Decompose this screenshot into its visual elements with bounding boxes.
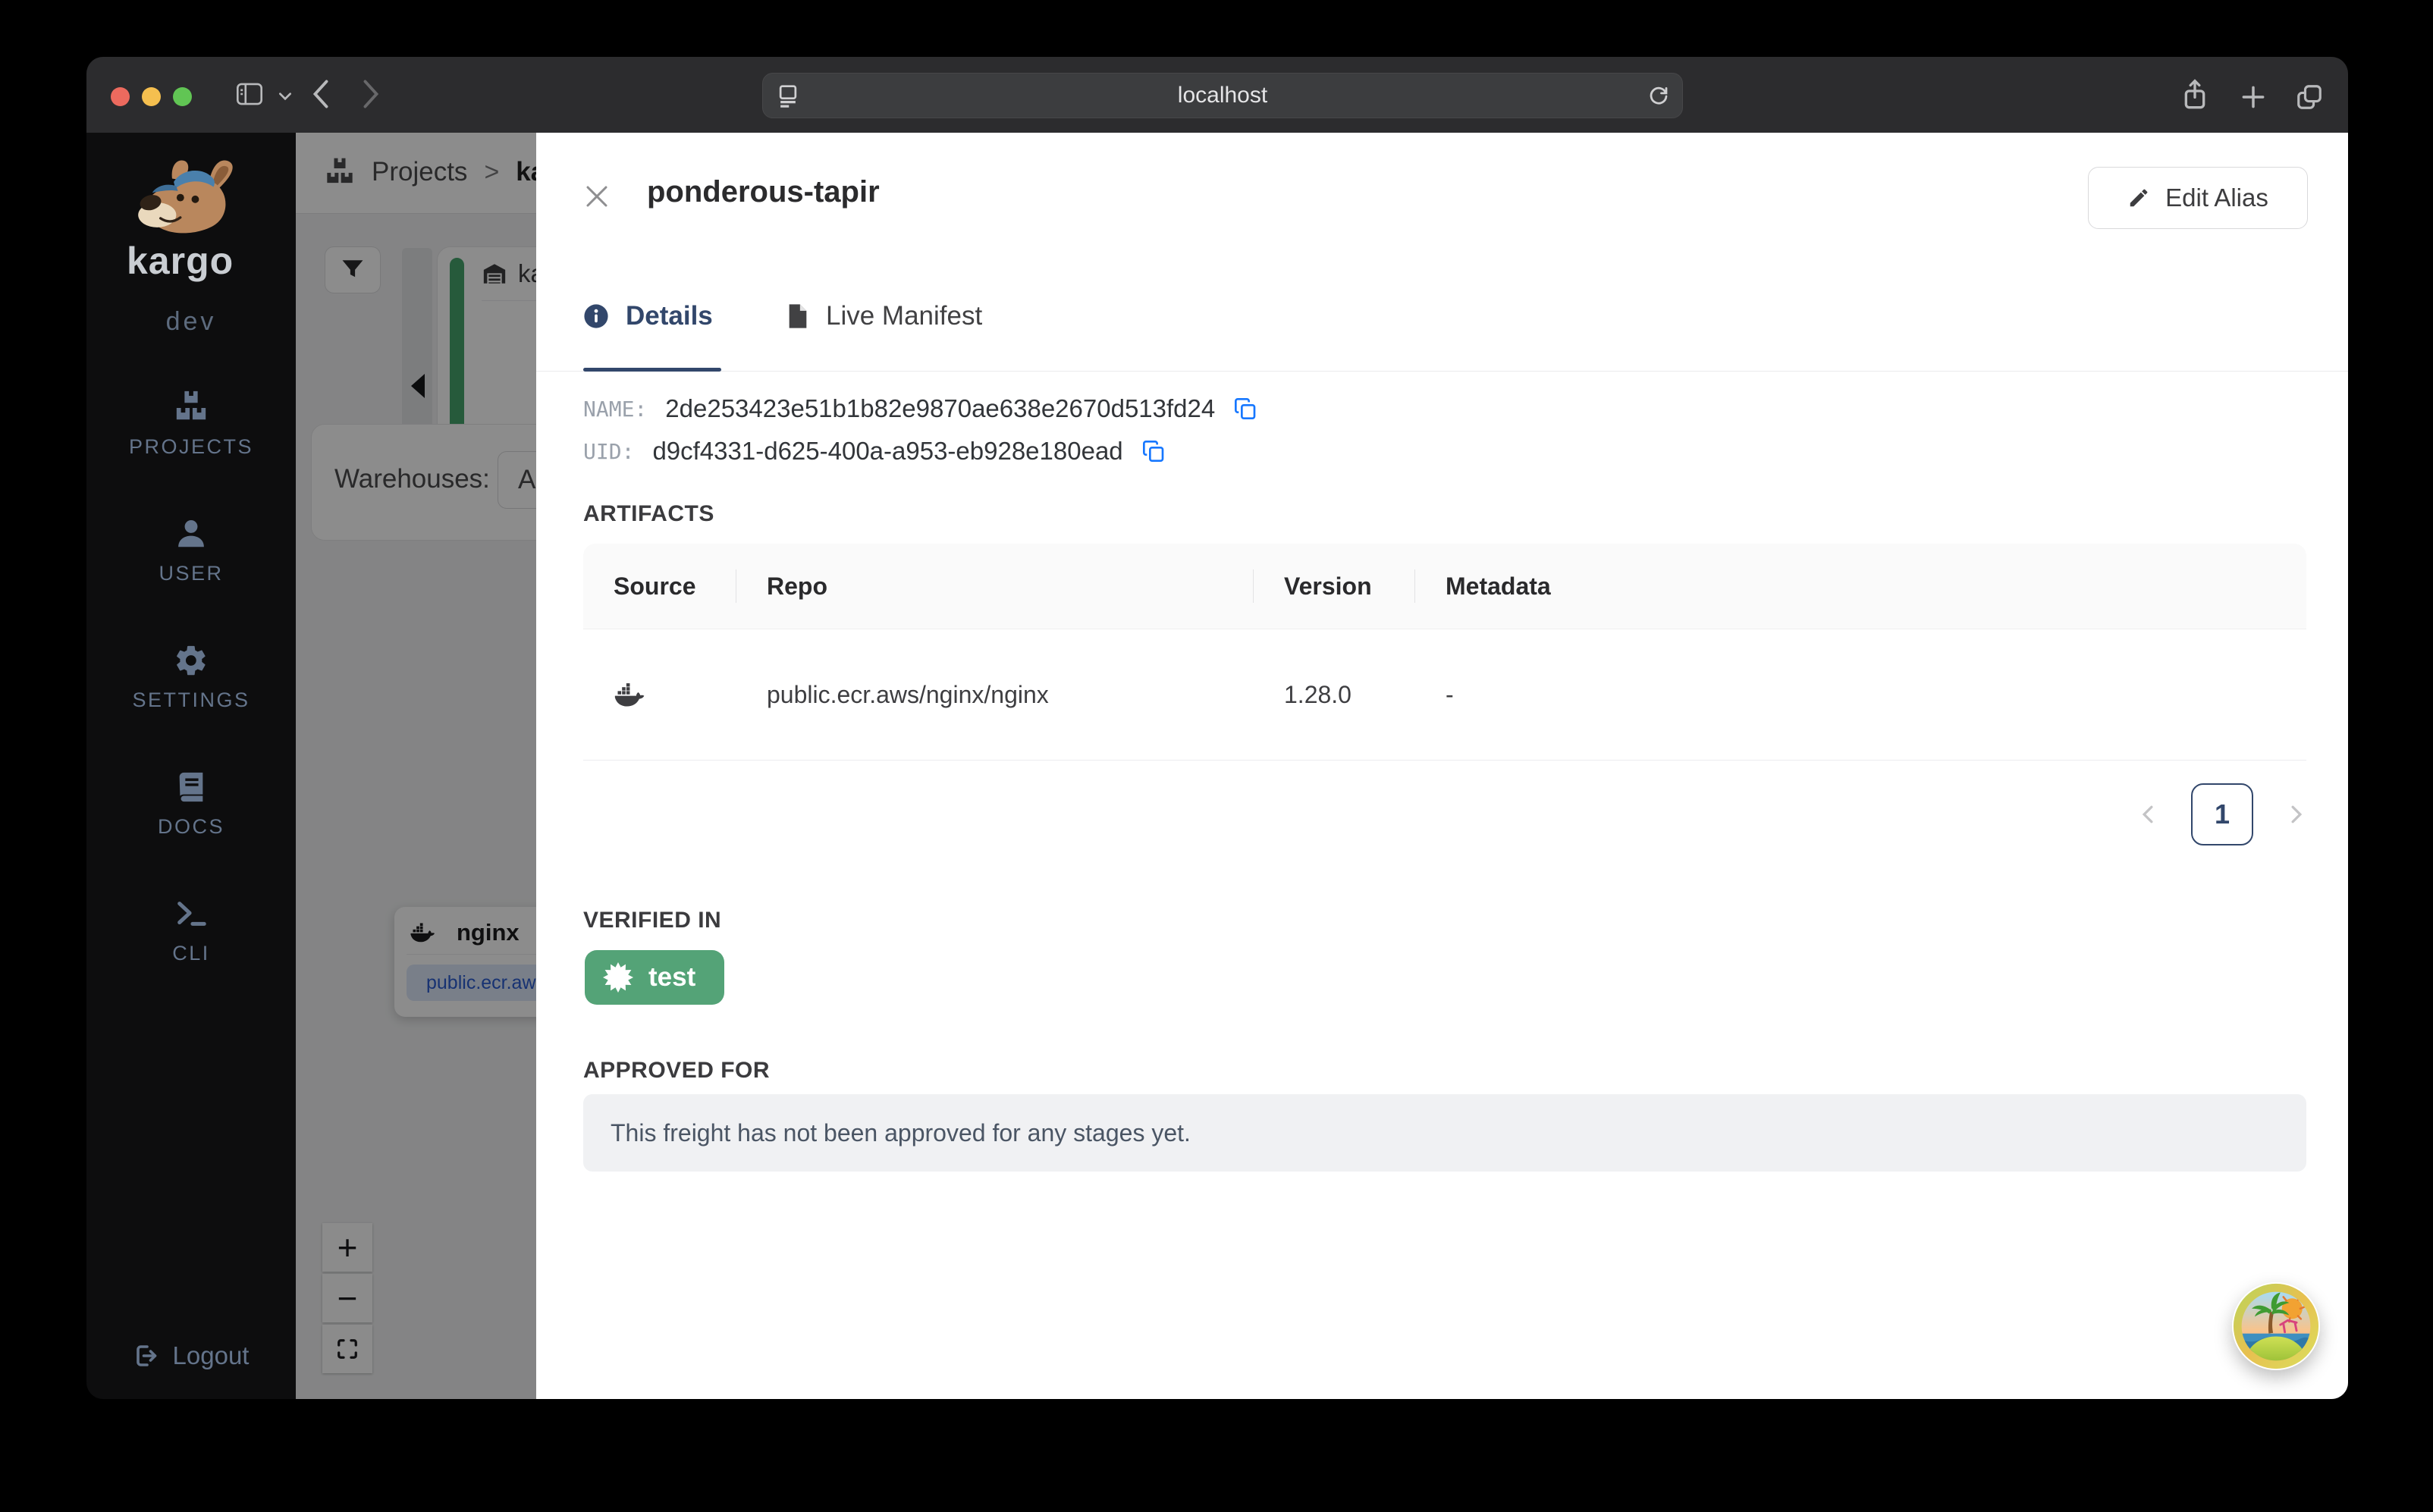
next-page-button[interactable] [2287, 805, 2306, 824]
column-header-repo: Repo [736, 572, 1254, 601]
user-icon [174, 516, 209, 551]
starburst-icon [603, 962, 633, 993]
forward-button[interactable] [361, 78, 381, 110]
close-window-button[interactable] [111, 87, 130, 106]
tab-live-manifest-label: Live Manifest [826, 301, 983, 331]
sidebar-nav: PROJECTS USER SETTINGS DOCS CLI [129, 390, 253, 965]
current-page-button[interactable]: 1 [2191, 783, 2253, 845]
artifact-metadata-cell: - [1446, 680, 1454, 708]
refresh-icon[interactable] [1647, 84, 1670, 108]
logout-label: Logout [172, 1341, 250, 1369]
stage-name: test [648, 962, 696, 992]
approved-for-empty-state: This freight has not been approved for a… [583, 1094, 2306, 1172]
freight-alias-title: ponderous-tapir [647, 175, 880, 209]
pagination: 1 [583, 783, 2306, 845]
table-row[interactable]: public.ecr.aws/nginx/nginx 1.28.0 - [583, 629, 2306, 761]
uid-field-value: d9cf4331-d625-400a-a953-eb928e180ead [652, 437, 1123, 465]
tab-details[interactable]: Details [583, 301, 713, 331]
copy-icon[interactable] [1233, 397, 1257, 421]
verified-in-heading: VERIFIED IN [583, 908, 722, 933]
column-header-version: Version [1254, 572, 1415, 601]
docker-icon [614, 681, 736, 709]
kargo-wordmark: kargo [127, 240, 234, 282]
artifacts-table: Source Repo Version Metadata public.ecr.… [583, 544, 2306, 761]
edit-alias-label: Edit Alias [2165, 184, 2268, 212]
artifact-repo-cell: public.ecr.aws/nginx/nginx [767, 680, 1049, 708]
sidebar: kargo dev PROJECTS USER SETTINGS DOCS CL… [86, 133, 296, 1399]
browser-window: localhost kargo dev PROJECTS USER SETTIN… [86, 57, 2348, 1399]
logout-button[interactable]: Logout [133, 1341, 250, 1370]
sidebar-item-cli[interactable]: CLI [172, 896, 210, 965]
sidebar-toggle-icon[interactable] [235, 81, 264, 107]
logout-icon [133, 1342, 161, 1369]
app-root: kargo dev PROJECTS USER SETTINGS DOCS CL… [86, 133, 2348, 1399]
freight-details-drawer: ponderous-tapir Edit Alias Details Live … [536, 133, 2348, 1399]
copy-icon[interactable] [1141, 439, 1166, 463]
artifact-version-cell: 1.28.0 [1284, 680, 1351, 708]
artifacts-table-header: Source Repo Version Metadata [583, 544, 2306, 629]
terminal-icon [174, 896, 209, 931]
close-icon[interactable] [583, 183, 611, 210]
name-field-row: NAME: 2de253423e51b1b82e9870ae638e2670d5… [583, 394, 1257, 423]
kargo-logo: kargo [127, 155, 256, 280]
sidebar-item-label: CLI [172, 942, 210, 965]
file-icon [786, 303, 809, 329]
main-area: Projects > ka Warehouses: Al nginx publi… [296, 133, 2348, 1399]
sidebar-item-projects[interactable]: PROJECTS [129, 390, 253, 459]
sidebar-item-label: USER [159, 562, 224, 585]
chevron-down-icon[interactable] [278, 92, 293, 101]
name-field-label: NAME: [583, 396, 648, 422]
active-tab-underline [583, 368, 721, 372]
back-button[interactable] [311, 78, 331, 110]
book-icon [174, 770, 209, 805]
stage-badge-test[interactable]: test [585, 950, 725, 1005]
uid-field-label: UID: [583, 438, 635, 464]
tab-live-manifest[interactable]: Live Manifest [786, 301, 982, 331]
boxes-icon [174, 390, 209, 425]
screen: localhost kargo dev PROJECTS USER SETTIN… [0, 0, 2433, 1512]
environment-label: dev [165, 307, 217, 336]
sidebar-item-user[interactable]: USER [159, 516, 223, 585]
share-icon[interactable] [2180, 78, 2210, 111]
column-header-source: Source [583, 572, 736, 601]
approved-for-message: This freight has not been approved for a… [611, 1118, 1191, 1147]
artifact-source-cell [583, 681, 736, 709]
previous-page-button[interactable] [2138, 805, 2158, 824]
uid-field-row: UID: d9cf4331-d625-400a-a953-eb928e180ea… [583, 437, 1166, 466]
address-bar[interactable]: localhost [762, 73, 1683, 118]
sidebar-item-label: PROJECTS [128, 435, 254, 458]
island-sticker[interactable] [2232, 1282, 2320, 1370]
column-header-metadata: Metadata [1446, 572, 1551, 600]
info-icon [583, 303, 609, 329]
sidebar-item-label: DOCS [157, 815, 224, 838]
new-tab-icon[interactable] [2239, 83, 2268, 111]
tabs-divider [536, 371, 2348, 372]
edit-alias-button[interactable]: Edit Alias [2088, 167, 2308, 229]
reader-view-icon[interactable] [777, 83, 799, 108]
sidebar-item-docs[interactable]: DOCS [158, 770, 224, 839]
tab-details-label: Details [626, 301, 713, 331]
gear-icon [174, 643, 209, 678]
minimize-window-button[interactable] [142, 87, 161, 106]
zoom-window-button[interactable] [173, 87, 192, 106]
sidebar-item-settings[interactable]: SETTINGS [132, 643, 250, 712]
artifacts-heading: ARTIFACTS [583, 501, 714, 526]
name-field-value: 2de253423e51b1b82e9870ae638e2670d513fd24 [665, 394, 1216, 422]
approved-for-heading: APPROVED FOR [583, 1058, 771, 1083]
sidebar-item-label: SETTINGS [132, 689, 250, 711]
pencil-icon [2127, 187, 2150, 209]
browser-titlebar: localhost [86, 57, 2348, 133]
tab-overview-icon[interactable] [2295, 83, 2324, 111]
url-text: localhost [1177, 83, 1268, 108]
